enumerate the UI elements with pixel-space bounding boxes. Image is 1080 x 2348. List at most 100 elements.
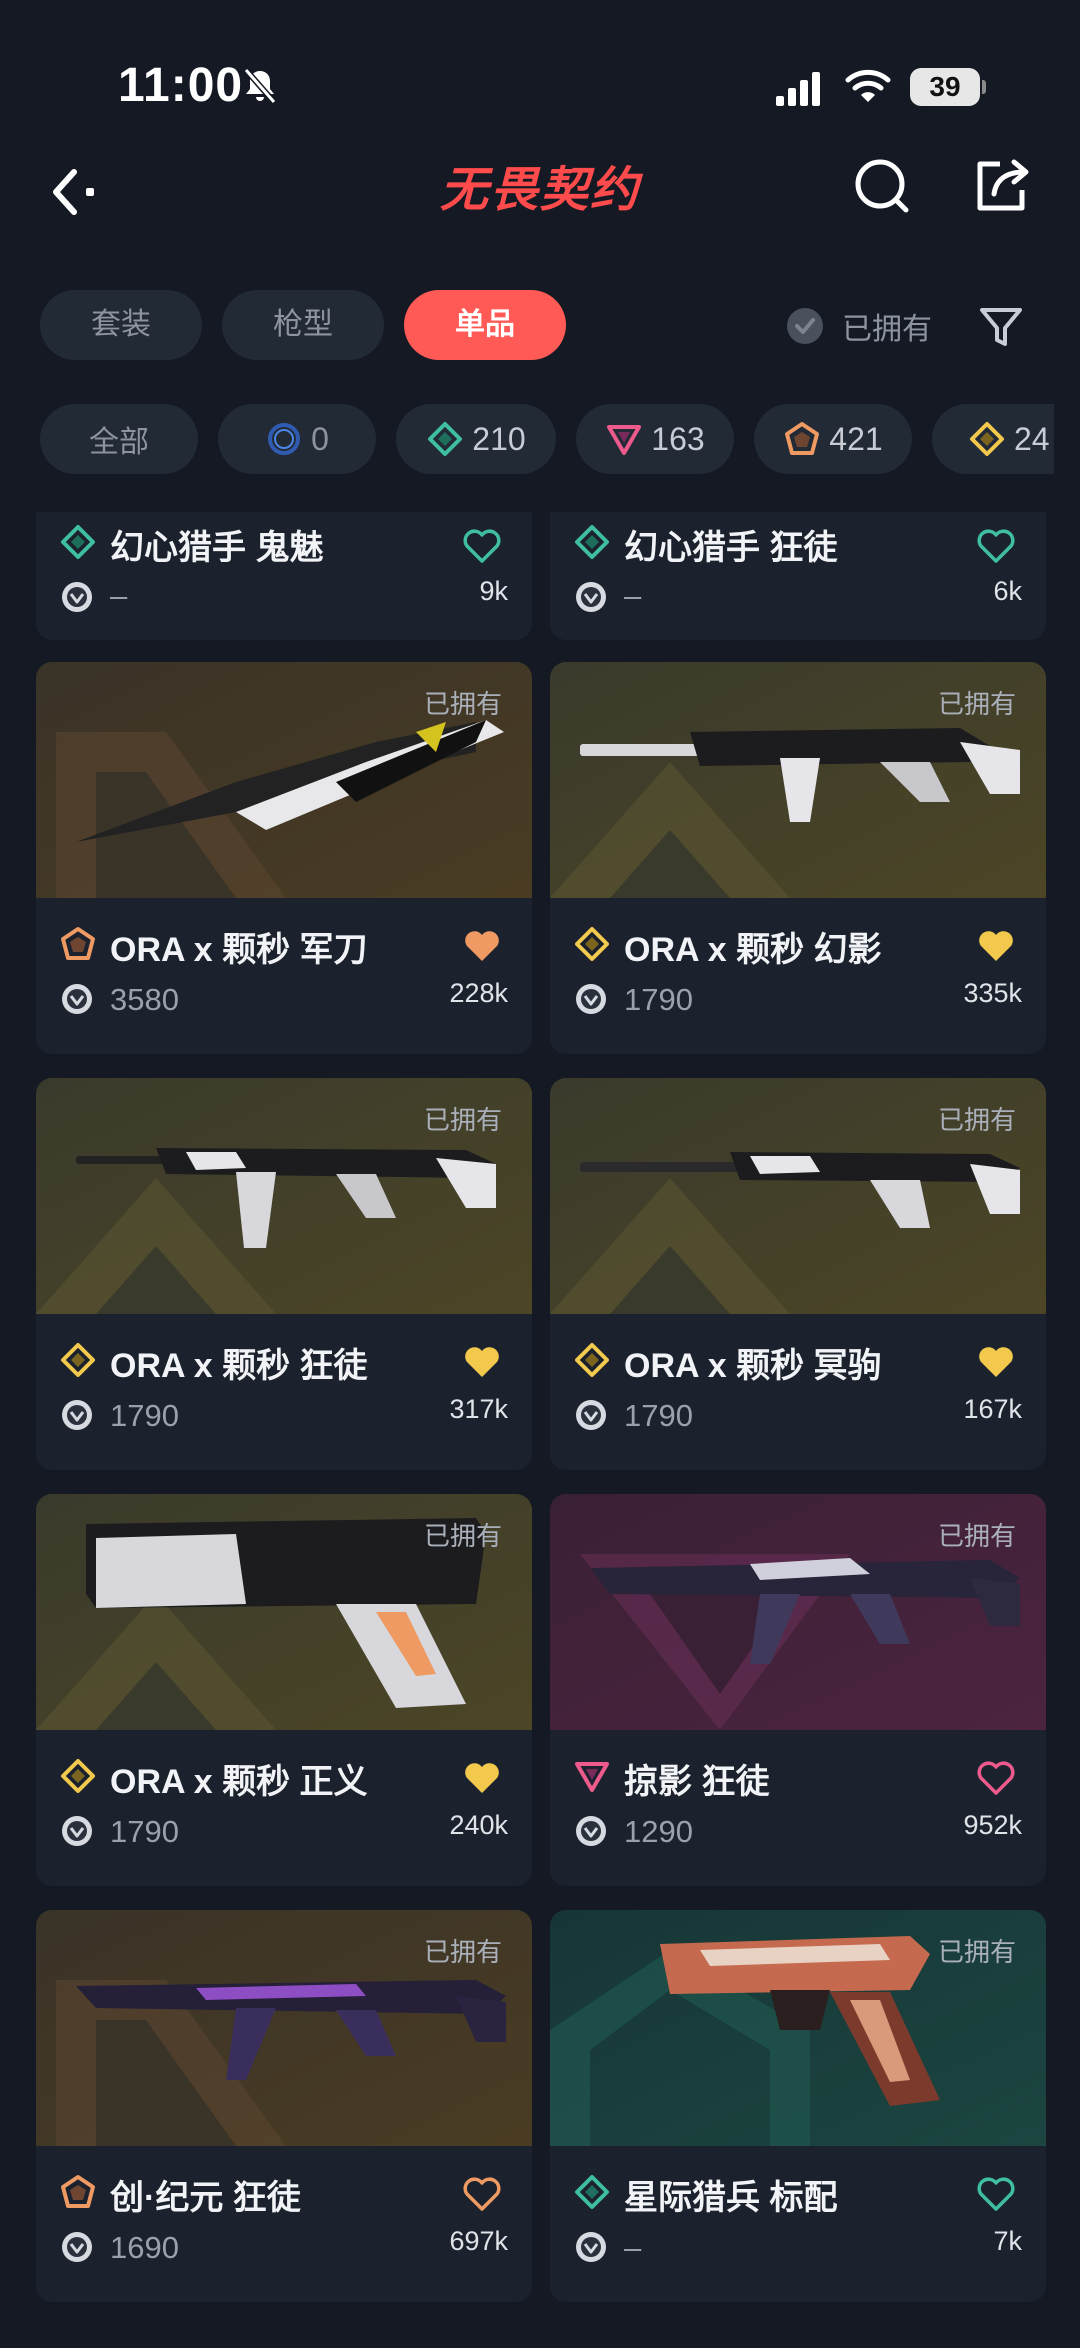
tier-pink-icon xyxy=(575,1762,609,1792)
currency-icon xyxy=(576,984,606,1014)
item-likes: 952k xyxy=(963,1810,1022,1840)
item-likes: 240k xyxy=(449,1810,508,1840)
tier-green-icon xyxy=(61,525,95,559)
item-info: 星际猎兵 标配 – 7k xyxy=(550,2146,1046,2286)
item-price: 1290 xyxy=(624,1814,693,1849)
chip-tier-pink-count: 163 xyxy=(651,420,705,457)
heart-icon[interactable] xyxy=(976,1760,1016,1796)
battery-cap xyxy=(982,80,986,94)
item-card[interactable]: 已拥有 星际猎兵 标配 – 7k xyxy=(550,1910,1046,2302)
chip-tier-gold[interactable]: 24 xyxy=(932,404,1054,474)
rarity-chips: 全部 0 210 163 421 24 xyxy=(0,404,1054,476)
item-card[interactable]: 已拥有 ORA x 颗秒 正义 1790 240k xyxy=(36,1494,532,1886)
heart-icon[interactable] xyxy=(462,2176,502,2212)
item-likes: 6k xyxy=(993,576,1022,606)
chip-all[interactable]: 全部 xyxy=(40,404,198,474)
item-info: ORA x 颗秒 军刀 3580 228k xyxy=(36,898,532,1038)
heart-icon[interactable] xyxy=(976,2176,1016,2212)
item-price: 1690 xyxy=(110,2230,179,2265)
cellular-signal-icon xyxy=(776,72,820,106)
item-info: ORA x 颗秒 幻影 1790 335k xyxy=(550,898,1046,1038)
tier-gold-icon xyxy=(575,1343,609,1377)
item-likes: 317k xyxy=(449,1394,508,1424)
brand-logo-text: 无畏契约 xyxy=(440,162,644,218)
owned-badge: 已拥有 xyxy=(937,1521,1016,1551)
tier-gold-icon xyxy=(970,422,1004,456)
item-card[interactable]: 已拥有 ORA x 颗秒 狂徒 1790 317k xyxy=(36,1078,532,1470)
currency-icon xyxy=(62,2232,92,2262)
item-price: 1790 xyxy=(110,1398,179,1433)
item-likes: 167k xyxy=(963,1394,1022,1424)
items-grid: 幻心猎手 鬼魅 – 9k 幻心猎手 狂徒 – 6k 已拥有 ORA x 颗秒 军… xyxy=(0,512,1080,2348)
heart-filled-icon[interactable] xyxy=(976,928,1016,964)
item-name: ORA x 颗秒 幻影 xyxy=(624,931,882,969)
owned-filter-label: 已拥有 xyxy=(842,313,932,346)
tier-orange-icon xyxy=(61,927,95,960)
item-price: 1790 xyxy=(624,982,693,1017)
tier-orange-icon xyxy=(785,422,820,455)
item-card[interactable]: 已拥有 掠影 狂徒 1290 952k xyxy=(550,1494,1046,1886)
owned-badge: 已拥有 xyxy=(423,1521,502,1551)
item-info: 创·纪元 狂徒 1690 697k xyxy=(36,2146,532,2286)
tab-weapon-type[interactable]: 枪型 xyxy=(222,290,384,360)
heart-filled-icon[interactable] xyxy=(462,928,502,964)
item-name: 创·纪元 狂徒 xyxy=(110,2179,301,2217)
owned-badge: 已拥有 xyxy=(937,689,1016,719)
filter-icon[interactable] xyxy=(978,304,1024,350)
tab-bundles[interactable]: 套装 xyxy=(40,290,202,360)
currency-icon xyxy=(62,1400,92,1430)
item-card[interactable]: 已拥有 ORA x 颗秒 冥驹 1790 167k xyxy=(550,1078,1046,1470)
owned-badge: 已拥有 xyxy=(423,689,502,719)
item-price: – xyxy=(624,578,642,613)
item-card[interactable]: 已拥有 创·纪元 狂徒 1690 697k xyxy=(36,1910,532,2302)
wifi-icon xyxy=(845,69,891,102)
currency-icon xyxy=(576,1816,606,1846)
owned-badge: 已拥有 xyxy=(423,1937,502,1967)
item-name: ORA x 颗秒 冥驹 xyxy=(624,1347,882,1385)
battery-level: 39 xyxy=(910,68,980,106)
item-likes: 9k xyxy=(479,576,508,606)
owned-filter-toggle[interactable]: 已拥有 xyxy=(786,304,932,348)
item-info: ORA x 颗秒 正义 1790 240k xyxy=(36,1730,532,1870)
tier-gold-icon xyxy=(575,927,609,961)
heart-icon[interactable] xyxy=(976,528,1016,564)
heart-filled-icon[interactable] xyxy=(976,1344,1016,1380)
tier-pink-icon xyxy=(607,425,642,455)
owned-badge: 已拥有 xyxy=(423,1105,502,1135)
item-info: 幻心猎手 狂徒 – 6k xyxy=(550,512,1046,613)
item-card[interactable]: 已拥有 ORA x 颗秒 幻影 1790 335k xyxy=(550,662,1046,1054)
tier-orange-icon xyxy=(61,2175,95,2208)
bell-muted-icon xyxy=(243,68,277,104)
item-info: 掠影 狂徒 1290 952k xyxy=(550,1730,1046,1870)
chip-all-label: 全部 xyxy=(89,426,149,459)
share-icon[interactable] xyxy=(970,150,1034,220)
chip-tier-orange[interactable]: 421 xyxy=(754,404,912,474)
currency-icon xyxy=(62,1816,92,1846)
heart-filled-icon[interactable] xyxy=(462,1344,502,1380)
item-card[interactable]: 已拥有 ORA x 颗秒 军刀 3580 228k xyxy=(36,662,532,1054)
item-card[interactable]: 幻心猎手 鬼魅 – 9k xyxy=(36,512,532,640)
currency-icon xyxy=(576,2232,606,2262)
item-name: 星际猎兵 标配 xyxy=(624,2179,838,2217)
tier-green-icon xyxy=(428,422,463,456)
battery-indicator: 39 xyxy=(910,68,986,106)
currency-icon xyxy=(576,582,606,612)
item-price: 1790 xyxy=(624,1398,693,1433)
item-name: 掠影 狂徒 xyxy=(624,1763,770,1801)
chip-tier-blue-count: 0 xyxy=(311,420,329,457)
tab-single-items[interactable]: 单品 xyxy=(404,290,566,360)
back-button[interactable] xyxy=(40,150,100,230)
chip-tier-green[interactable]: 210 xyxy=(396,404,556,474)
chip-tier-pink[interactable]: 163 xyxy=(576,404,734,474)
tier-green-icon xyxy=(575,2175,609,2209)
item-card[interactable]: 幻心猎手 狂徒 – 6k xyxy=(550,512,1046,640)
heart-icon[interactable] xyxy=(462,528,502,564)
tier-green-icon xyxy=(575,525,609,559)
search-icon[interactable] xyxy=(852,150,912,220)
heart-filled-icon[interactable] xyxy=(462,1760,502,1796)
chip-tier-blue[interactable]: 0 xyxy=(218,404,376,474)
currency-icon xyxy=(62,582,92,612)
header: 无畏契约 xyxy=(0,140,1080,250)
item-info: 幻心猎手 鬼魅 – 9k xyxy=(36,512,532,613)
tier-blue-icon xyxy=(268,423,301,455)
